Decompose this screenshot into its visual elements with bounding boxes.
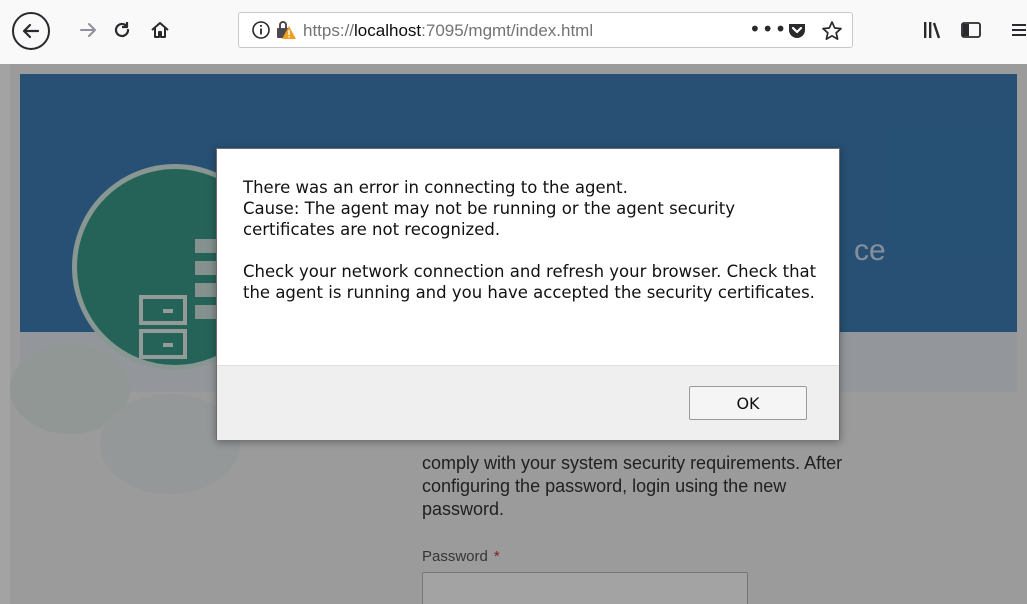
error-dialog: There was an error in connecting to the … [216,148,840,440]
info-icon[interactable] [251,20,271,44]
url-bar[interactable]: https://localhost:7095/mgmt/index.html •… [238,12,853,48]
dialog-message: There was an error in connecting to the … [243,177,823,324]
advice-line: Check your network connection and refres… [243,262,817,302]
insecure-lock-icon[interactable] [275,20,297,44]
dialog-footer: OK [217,365,839,440]
star-icon[interactable] [821,20,843,46]
error-line: There was an error in connecting to the … [243,178,628,197]
back-arrow-icon[interactable] [12,12,50,50]
cause-line: Cause: The agent may not be running or t… [243,199,735,239]
sidebar-icon[interactable] [960,20,982,44]
browser-toolbar: https://localhost:7095/mgmt/index.html •… [0,0,1027,64]
hamburger-menu-icon[interactable] [1012,20,1026,44]
reload-icon[interactable] [104,12,140,48]
url-text[interactable]: https://localhost:7095/mgmt/index.html [303,21,593,41]
more-dots-icon[interactable]: ••• [749,17,787,41]
forward-arrow-icon[interactable] [70,12,106,48]
pocket-icon[interactable] [787,20,807,44]
library-icon[interactable] [922,20,946,44]
home-icon[interactable] [142,12,178,48]
ok-button[interactable]: OK [689,386,807,420]
